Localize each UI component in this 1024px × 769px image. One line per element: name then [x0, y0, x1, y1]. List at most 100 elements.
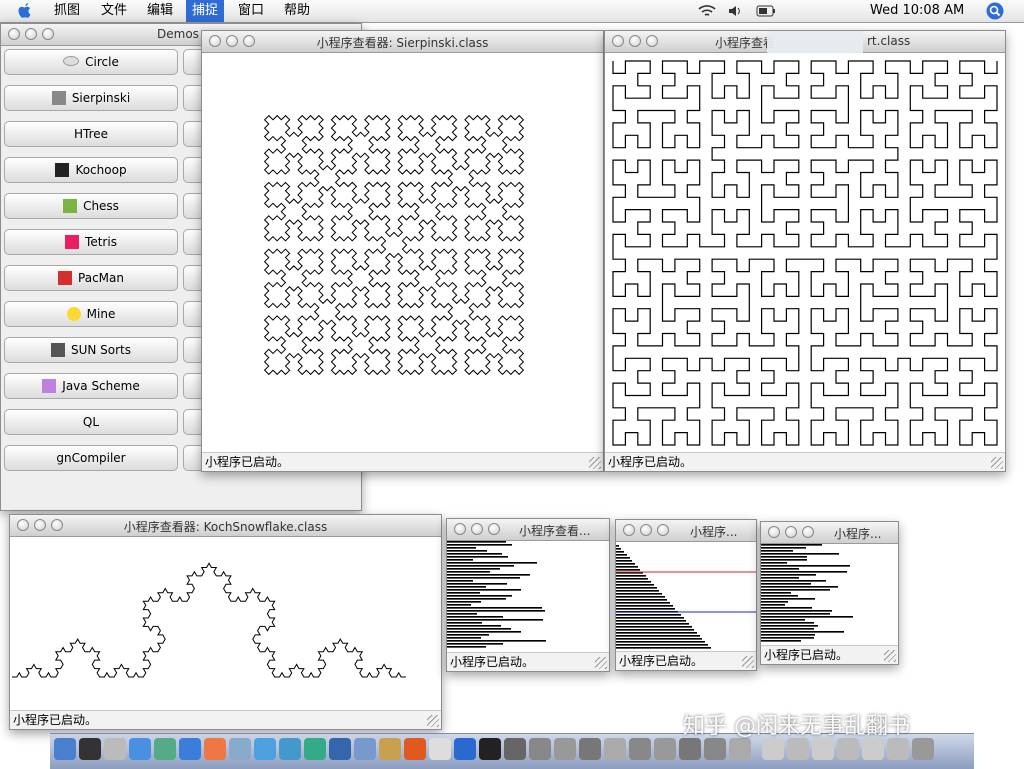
- demo-button-htree[interactable]: HTree: [4, 121, 178, 147]
- demo-button-chess[interactable]: Chess: [4, 193, 178, 219]
- battery-icon[interactable]: [756, 4, 776, 18]
- trash-icon[interactable]: [912, 738, 934, 760]
- sort1-canvas[interactable]: [447, 541, 609, 652]
- minimize-button[interactable]: [785, 526, 797, 538]
- demo-button-tetris[interactable]: Tetris: [4, 229, 178, 255]
- minimize-button[interactable]: [471, 523, 483, 535]
- mail2-icon[interactable]: [354, 738, 376, 760]
- mail-icon[interactable]: [104, 738, 126, 760]
- ichat-icon[interactable]: [254, 738, 276, 760]
- spotlight-search-icon[interactable]: [986, 2, 1004, 20]
- zoom-button[interactable]: [42, 28, 54, 40]
- demo-button-ql[interactable]: QL: [4, 409, 178, 435]
- preview-icon[interactable]: [154, 738, 176, 760]
- sort3-canvas[interactable]: [761, 544, 898, 645]
- hilbert-canvas[interactable]: [605, 53, 1005, 452]
- sort-bar: [616, 563, 635, 565]
- clock[interactable]: Wed 10:08 AM: [870, 0, 964, 22]
- app7-icon[interactable]: [654, 738, 676, 760]
- ical-icon[interactable]: [429, 738, 451, 760]
- resize-grip[interactable]: [595, 657, 607, 669]
- resize-grip[interactable]: [884, 650, 896, 662]
- close-button[interactable]: [623, 524, 635, 536]
- apple-menu-icon[interactable]: [17, 2, 33, 20]
- resize-grip[interactable]: [589, 457, 601, 469]
- menu-help[interactable]: 帮助: [278, 0, 316, 22]
- menu-window[interactable]: 窗口: [232, 0, 270, 22]
- finder2-icon[interactable]: [304, 738, 326, 760]
- app3-icon[interactable]: [554, 738, 576, 760]
- doc3-icon[interactable]: [812, 738, 834, 760]
- menu-capture[interactable]: 抓图: [48, 0, 86, 22]
- demo-button-pacman[interactable]: PacMan: [4, 265, 178, 291]
- minimize-button[interactable]: [640, 524, 652, 536]
- wifi-icon[interactable]: [697, 3, 717, 19]
- koch-titlebar[interactable]: 小程序查看器: KochSnowflake.class: [10, 515, 441, 537]
- app1-icon[interactable]: [504, 738, 526, 760]
- messenger-icon[interactable]: [279, 738, 301, 760]
- demo-button-sierpinski[interactable]: Sierpinski: [4, 85, 178, 111]
- itunes-icon[interactable]: [129, 738, 151, 760]
- sierpinski-canvas[interactable]: [202, 53, 603, 452]
- finder-icon[interactable]: [54, 738, 76, 760]
- demo-button-mine[interactable]: Mine: [4, 301, 178, 327]
- sort2-titlebar[interactable]: 小程序...: [616, 520, 756, 542]
- app2-icon[interactable]: [529, 738, 551, 760]
- sort-bar: [616, 644, 708, 646]
- safari-icon[interactable]: [179, 738, 201, 760]
- zoom-button[interactable]: [657, 524, 669, 536]
- app8-icon[interactable]: [679, 738, 701, 760]
- close-button[interactable]: [768, 526, 780, 538]
- sort-bar: [447, 553, 502, 555]
- menu-snap[interactable]: 捕捉: [186, 0, 225, 22]
- quicktime-icon[interactable]: [454, 738, 476, 760]
- dashboard-icon[interactable]: [79, 738, 101, 760]
- sort-bar: [761, 559, 807, 561]
- resize-grip[interactable]: [991, 457, 1003, 469]
- volume-icon[interactable]: [727, 3, 743, 19]
- demo-button-circle[interactable]: Circle: [4, 49, 178, 75]
- sort-bar: [447, 604, 471, 606]
- sierpinski-titlebar[interactable]: 小程序查看器: Sierpinski.class: [202, 31, 603, 53]
- app10-icon[interactable]: [729, 738, 751, 760]
- menu-edit[interactable]: 编辑: [141, 0, 179, 22]
- sort-bar: [761, 556, 807, 558]
- sort2-canvas[interactable]: [616, 542, 756, 651]
- demo-button-java-scheme[interactable]: Java Scheme: [4, 373, 178, 399]
- app5-icon[interactable]: [604, 738, 626, 760]
- addressbook-icon[interactable]: [379, 738, 401, 760]
- koch-canvas[interactable]: [10, 537, 441, 710]
- resize-grip[interactable]: [742, 656, 754, 668]
- minimize-button[interactable]: [629, 35, 641, 47]
- resize-grip[interactable]: [427, 715, 439, 727]
- demo-button-kochoop[interactable]: Kochoop: [4, 157, 178, 183]
- close-button[interactable]: [612, 35, 624, 47]
- demo-button-gncompiler[interactable]: gnCompiler: [4, 445, 178, 471]
- sort1-titlebar[interactable]: 小程序查看...: [447, 519, 609, 541]
- word-icon[interactable]: [329, 738, 351, 760]
- zoom-button[interactable]: [802, 526, 814, 538]
- demo-button-sun-sorts[interactable]: SUN Sorts: [4, 337, 178, 363]
- doc2-icon[interactable]: [787, 738, 809, 760]
- sort3-titlebar[interactable]: 小程序...: [761, 522, 898, 544]
- pages-icon[interactable]: [404, 738, 426, 760]
- zoom-button[interactable]: [646, 35, 658, 47]
- terminal-icon[interactable]: [479, 738, 501, 760]
- app9-icon[interactable]: [704, 738, 726, 760]
- doc5-icon[interactable]: [862, 738, 884, 760]
- app6-icon[interactable]: [629, 738, 651, 760]
- minimize-button[interactable]: [25, 28, 37, 40]
- doc6-icon[interactable]: [887, 738, 909, 760]
- close-button[interactable]: [8, 28, 20, 40]
- sort-bar: [616, 554, 627, 556]
- zoom-button[interactable]: [488, 523, 500, 535]
- sort-bar: [761, 580, 826, 582]
- app4-icon[interactable]: [579, 738, 601, 760]
- doc1-icon[interactable]: [762, 738, 784, 760]
- doc4-icon[interactable]: [837, 738, 859, 760]
- pacman-icon: [58, 271, 73, 285]
- menu-file[interactable]: 文件: [95, 0, 133, 22]
- close-button[interactable]: [454, 523, 466, 535]
- qq-icon[interactable]: [204, 738, 226, 760]
- xcode-icon[interactable]: [229, 738, 251, 760]
